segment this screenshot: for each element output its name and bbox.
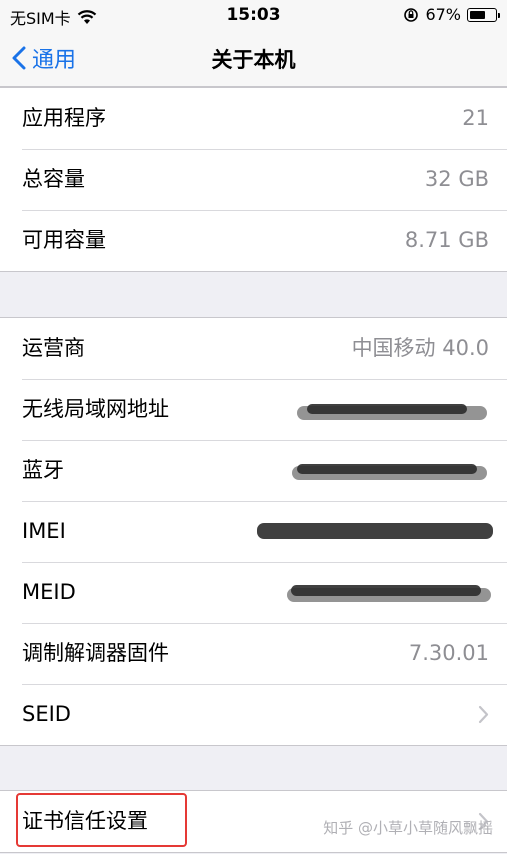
row-modem-firmware[interactable]: 调制解调器固件 7.30.01 (0, 623, 507, 684)
row-apps[interactable]: 应用程序 21 (0, 88, 507, 149)
redaction-mark (257, 523, 493, 539)
row-wifi-address[interactable]: 无线局域网地址 (0, 379, 507, 440)
page-title: 关于本机 (211, 48, 296, 72)
network-group: 运营商 中国移动 40.0 无线局域网地址 蓝牙 IMEI MEID 调制解调器… (0, 317, 507, 746)
chevron-right-icon (478, 705, 489, 724)
battery-percent: 67% (425, 5, 461, 24)
battery-icon (467, 7, 500, 22)
status-right: 67% (403, 5, 500, 24)
row-carrier[interactable]: 运营商 中国移动 40.0 (0, 318, 507, 379)
row-label: 运营商 (22, 336, 85, 360)
redaction-mark (307, 404, 467, 414)
row-label: 无线局域网地址 (22, 397, 169, 421)
row-available[interactable]: 可用容量 8.71 GB (0, 210, 507, 271)
row-label: MEID (22, 580, 76, 604)
row-capacity[interactable]: 总容量 32 GB (0, 149, 507, 210)
row-meid[interactable]: MEID (0, 562, 507, 623)
row-value: 中国移动 40.0 (351, 336, 489, 360)
row-seid[interactable]: SEID (0, 684, 507, 745)
row-label: 应用程序 (22, 106, 106, 130)
nav-bar: 通用 关于本机 (0, 30, 507, 87)
redaction-mark (297, 464, 477, 474)
row-value: 7.30.01 (408, 641, 489, 665)
row-label: SEID (22, 702, 71, 726)
row-value: 32 GB (424, 167, 489, 191)
row-label: IMEI (22, 519, 66, 543)
row-bluetooth[interactable]: 蓝牙 (0, 440, 507, 501)
row-label: 可用容量 (22, 228, 106, 252)
rotation-lock-icon (404, 7, 419, 22)
row-value: 8.71 GB (404, 228, 489, 252)
status-bar: 无SIM卡 15:03 67% (0, 0, 507, 30)
row-label: 总容量 (22, 167, 85, 191)
row-value: 21 (462, 106, 489, 130)
redaction-mark (291, 585, 481, 596)
highlight-annotation-box (16, 793, 187, 847)
row-imei[interactable]: IMEI (0, 501, 507, 562)
row-label: 蓝牙 (22, 458, 64, 482)
row-label: 调制解调器固件 (22, 641, 169, 665)
watermark-text: 知乎 @小草小草随风飘摇 (323, 819, 493, 837)
storage-group: 应用程序 21 总容量 32 GB 可用容量 8.71 GB (0, 87, 507, 272)
